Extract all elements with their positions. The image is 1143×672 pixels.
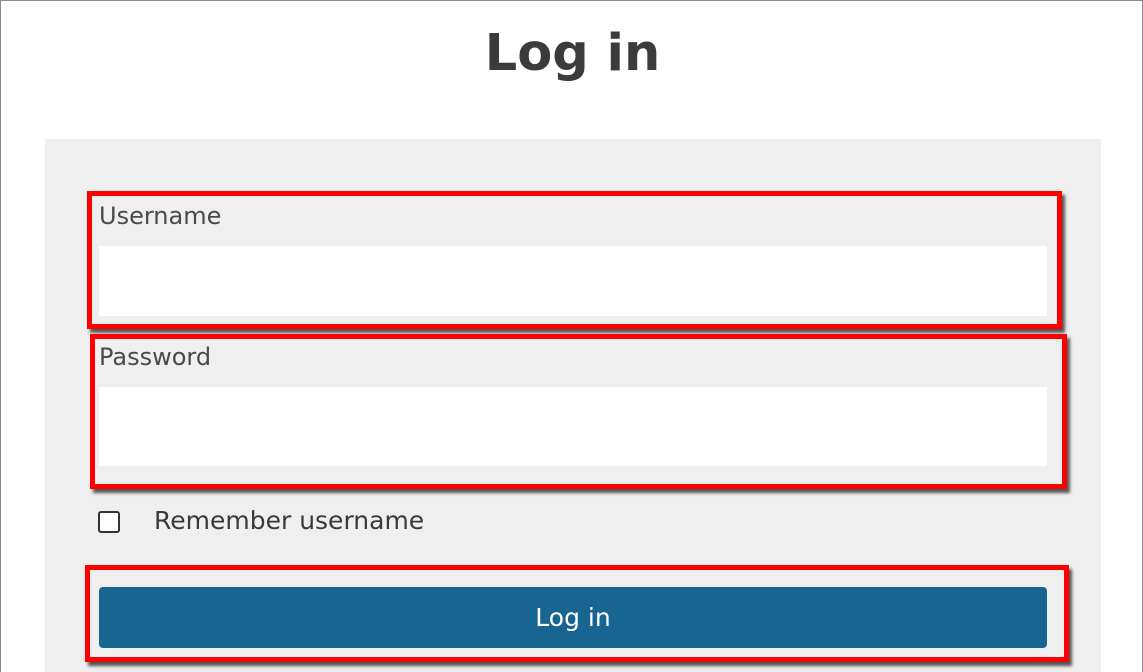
page-title: Log in <box>484 24 661 83</box>
remember-username-label[interactable]: Remember username <box>154 505 424 537</box>
username-input[interactable] <box>99 246 1047 316</box>
login-page: Log in Username Password Remember userna… <box>0 0 1143 672</box>
login-button[interactable]: Log in <box>99 587 1047 648</box>
remember-username-checkbox[interactable] <box>98 511 120 533</box>
password-input[interactable] <box>99 387 1047 466</box>
password-label: Password <box>99 343 212 371</box>
username-label: Username <box>99 202 222 230</box>
